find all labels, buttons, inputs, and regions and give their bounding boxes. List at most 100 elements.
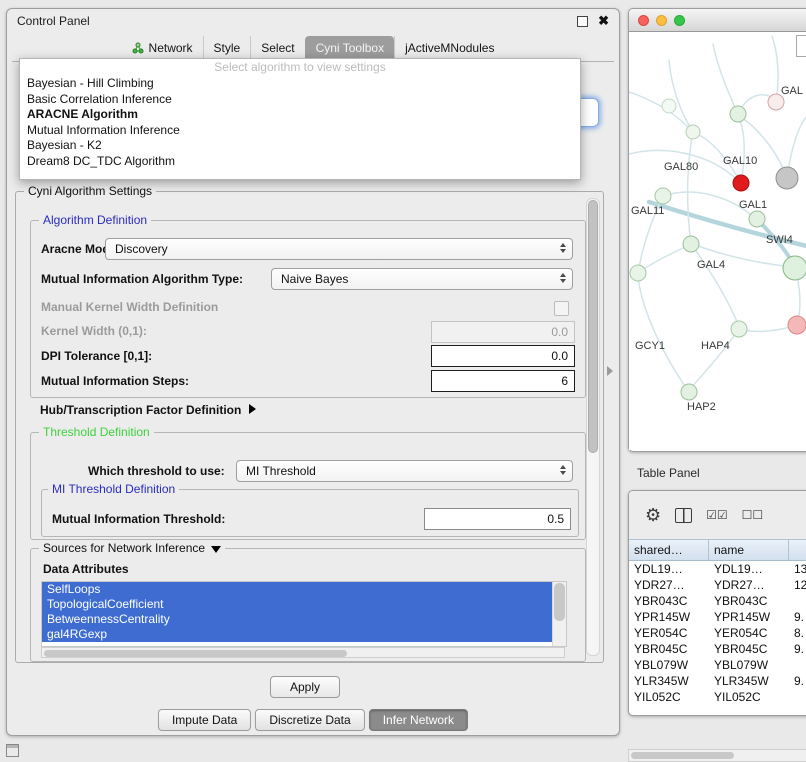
table-row[interactable]: YER054CYER054C8. — [629, 625, 806, 641]
table-column-header[interactable]: shared… — [629, 540, 709, 560]
data-attribute-item[interactable]: gal4RGexp — [42, 627, 552, 642]
network-edge — [691, 329, 739, 388]
collapse-down-icon[interactable] — [211, 546, 221, 553]
window-minimize-button[interactable] — [656, 15, 667, 26]
which-threshold-select[interactable]: MI Threshold — [236, 460, 573, 482]
network-node[interactable] — [655, 188, 671, 204]
apply-button[interactable]: Apply — [270, 676, 340, 698]
table-cell: YDR27… — [629, 577, 709, 593]
network-node[interactable] — [683, 236, 699, 252]
table-cell: YLR345W — [709, 673, 789, 689]
data-attribute-item[interactable]: BetweennessCentrality — [42, 612, 552, 627]
algorithm-menu-item[interactable]: Bayesian - Hill Climbing — [20, 76, 580, 92]
network-node[interactable] — [749, 211, 765, 227]
sources-group: Sources for Network Inference Data Attri… — [30, 548, 586, 662]
bottom-tab-impute-data[interactable]: Impute Data — [158, 709, 251, 731]
network-node[interactable] — [630, 265, 646, 281]
network-node-label: SWI4 — [766, 234, 793, 246]
table-cell: YPR145W — [709, 609, 789, 625]
sources-title: Sources for Network Inference — [39, 541, 225, 555]
mi-steps-field[interactable]: 6 — [431, 370, 575, 392]
table-cell: 8. — [789, 625, 806, 641]
settings-scrollbar[interactable] — [586, 198, 600, 656]
table-cell: 12 — [789, 577, 806, 593]
dpi-tolerance-field[interactable]: 0.0 — [431, 345, 575, 367]
network-node[interactable] — [731, 321, 747, 337]
select-all-icon[interactable]: ☑☑ — [706, 508, 728, 522]
settings-group-title: Cyni Algorithm Settings — [24, 184, 156, 198]
table-cell: YDR27… — [709, 577, 789, 593]
hub-definition-label: Hub/Transcription Factor Definition — [40, 403, 241, 417]
attribute-list-hscrollbar-thumb[interactable] — [44, 650, 347, 657]
table-column-header[interactable]: name — [709, 540, 789, 560]
mi-algorithm-type-select[interactable]: Naive Bayes — [271, 268, 573, 290]
data-attribute-item[interactable]: SelfLoops — [42, 582, 552, 597]
manual-kernel-width-checkbox[interactable] — [554, 301, 569, 316]
table-row[interactable]: YIL052CYIL052C — [629, 689, 806, 705]
table-column-header[interactable] — [789, 540, 806, 560]
table-row[interactable]: YBR043CYBR043C — [629, 593, 806, 609]
network-node[interactable] — [681, 384, 697, 400]
settings-scrollbar-thumb[interactable] — [588, 200, 598, 453]
bottom-tab-infer-network[interactable]: Infer Network — [369, 709, 468, 731]
table-row[interactable]: YLR345WYLR345W9. — [629, 673, 806, 689]
algorithm-menu-item[interactable]: Mutual Information Inference — [20, 123, 580, 139]
tab-label: jActiveMNodules — [405, 41, 494, 55]
algorithm-menu-item[interactable]: ARACNE Algorithm — [20, 107, 580, 123]
mi-threshold-definition-title: MI Threshold Definition — [48, 482, 179, 496]
data-attribute-item[interactable]: TopologicalCoefficient — [42, 597, 552, 612]
network-node[interactable] — [686, 125, 700, 139]
table-horizontal-scrollbar-thumb[interactable] — [631, 752, 734, 759]
table-cell: YDL19… — [709, 561, 789, 577]
table-toolbar: ⚙ ☑☑ ☐☐ — [629, 491, 806, 539]
network-node-label: GAL1 — [739, 199, 767, 211]
table-horizontal-scrollbar[interactable] — [628, 749, 806, 762]
manual-kernel-width-label: Manual Kernel Width Definition — [41, 297, 218, 317]
table-row[interactable]: YPR145WYPR145W9. — [629, 609, 806, 625]
window-close-button[interactable] — [638, 15, 649, 26]
table-row[interactable]: YDR27…YDR27…12 — [629, 577, 806, 593]
float-panel-icon[interactable] — [577, 16, 588, 27]
table-row[interactable]: YBR045CYBR045C9. — [629, 641, 806, 657]
table-header-row: shared…name — [629, 539, 806, 561]
network-node[interactable] — [783, 256, 806, 280]
close-panel-icon[interactable]: ✖ — [598, 13, 609, 29]
network-node[interactable] — [733, 175, 749, 191]
network-canvas-svg[interactable]: GALGAL80GAL10GAL11GAL1SWI4GAL4GCY1HAP4HA… — [629, 32, 806, 450]
mi-threshold-definition-group: MI Threshold Definition Mutual Informati… — [41, 489, 579, 537]
table-cell: YER054C — [709, 625, 789, 641]
network-edge — [629, 92, 689, 128]
aracne-mode-select[interactable]: Discovery — [105, 238, 573, 260]
bottom-tab-discretize-data[interactable]: Discretize Data — [255, 709, 364, 731]
algorithm-menu-item[interactable]: Basic Correlation Inference — [20, 92, 580, 108]
gear-icon[interactable]: ⚙ — [645, 505, 661, 526]
hub-definition-section[interactable]: Hub/Transcription Factor Definition — [40, 400, 256, 420]
panel-splitter-arrow-icon[interactable] — [607, 366, 613, 376]
data-attributes-list[interactable]: SelfLoopsTopologicalCoefficientBetweenne… — [41, 581, 567, 647]
table-cell: YBL079W — [629, 657, 709, 673]
network-node[interactable] — [788, 316, 806, 334]
network-node-label: GAL10 — [723, 155, 757, 167]
network-window-titlebar[interactable] — [629, 9, 806, 32]
algorithm-menu-item[interactable]: Bayesian - K2 — [20, 138, 580, 154]
algorithm-menu-item[interactable]: Dream8 DC_TDC Algorithm — [20, 154, 580, 170]
mi-threshold-field[interactable]: 0.5 — [424, 508, 571, 530]
mi-steps-label: Mutual Information Steps: — [41, 371, 189, 391]
window-zoom-button[interactable] — [674, 15, 685, 26]
network-canvas[interactable]: GALGAL80GAL10GAL11GAL1SWI4GAL4GCY1HAP4HA… — [629, 32, 806, 450]
panel-corner-icon[interactable] — [6, 744, 19, 757]
network-node[interactable] — [730, 106, 746, 122]
attribute-list-scrollbar[interactable] — [552, 582, 566, 646]
column-selector-icon[interactable] — [675, 508, 692, 523]
algorithm-definition-group: Algorithm Definition Aracne Mode: Discov… — [30, 220, 586, 398]
network-scrollbar[interactable] — [796, 35, 806, 57]
network-node[interactable] — [662, 99, 676, 113]
table-row[interactable]: YBL079WYBL079W — [629, 657, 806, 673]
network-node-label: GCY1 — [635, 340, 665, 352]
clear-selection-icon[interactable]: ☐☐ — [742, 508, 764, 522]
combo-arrows-icon — [560, 465, 566, 475]
attribute-list-hscrollbar[interactable] — [41, 647, 565, 658]
attribute-list-scrollbar-thumb[interactable] — [554, 583, 565, 621]
network-node[interactable] — [776, 167, 798, 189]
table-row[interactable]: YDL19…YDL19…13 — [629, 561, 806, 577]
